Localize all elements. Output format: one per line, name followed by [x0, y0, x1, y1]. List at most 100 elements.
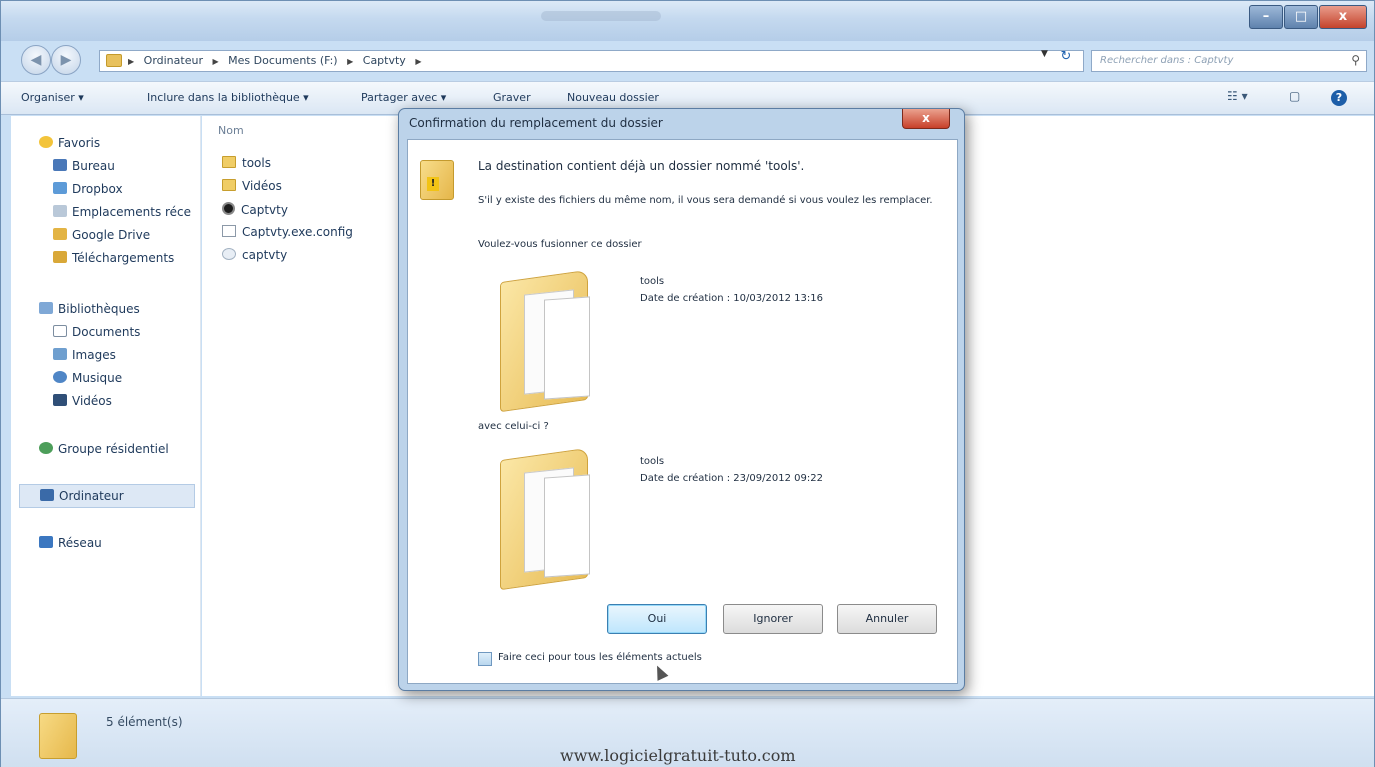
sidebar-label: Ordinateur	[59, 489, 124, 503]
search-placeholder: Rechercher dans : Captvty	[1100, 55, 1234, 66]
sidebar-label: Emplacements réce	[72, 205, 192, 219]
sidebar-item-dropbox[interactable]: Dropbox	[53, 182, 123, 196]
folder-created-date: Date de création : 10/03/2012 13:16	[640, 293, 823, 304]
sidebar-item-documents[interactable]: Documents	[53, 325, 140, 339]
sidebar-item-music[interactable]: Musique	[53, 371, 122, 385]
address-bar[interactable]: ▶ Ordinateur ▶ Mes Documents (F:) ▶ Capt…	[99, 50, 1084, 72]
folder-icon	[106, 54, 122, 67]
destination-folder-icon	[500, 269, 600, 413]
file-name: tools	[242, 156, 271, 170]
sidebar-item-favoris[interactable]: Favoris	[39, 136, 100, 150]
source-folder-info: tools Date de création : 23/09/2012 09:2…	[640, 453, 823, 487]
list-item[interactable]: Captvty.exe.config	[222, 225, 353, 239]
folder-icon	[222, 156, 236, 168]
forward-button[interactable]: ▶	[51, 45, 81, 75]
organize-button[interactable]: Organiser ▾	[21, 91, 84, 104]
homegroup-icon	[39, 442, 53, 454]
sidebar-item-images[interactable]: Images	[53, 348, 116, 362]
preview-pane-button[interactable]: ▢	[1289, 89, 1300, 103]
source-folder-icon	[500, 447, 600, 591]
close-window-button[interactable]: x	[1319, 5, 1367, 29]
item-count: 5 élément(s)	[106, 715, 183, 729]
cancel-button[interactable]: Annuler	[837, 604, 937, 634]
chevron-right-icon[interactable]: ▶	[212, 57, 218, 66]
videos-icon	[53, 394, 67, 406]
history-dropdown-icon[interactable]: ▼	[1041, 49, 1048, 59]
sidebar-item-network[interactable]: Réseau	[39, 536, 102, 550]
chevron-right-icon[interactable]: ▶	[415, 57, 421, 66]
sidebar-label: Bibliothèques	[58, 302, 140, 316]
dialog-question: Voulez-vous fusionner ce dossier	[478, 239, 642, 250]
sidebar-item-libraries[interactable]: Bibliothèques	[39, 302, 140, 316]
destination-folder-info: tools Date de création : 10/03/2012 13:1…	[640, 273, 823, 307]
sidebar-label: Réseau	[58, 536, 102, 550]
back-button[interactable]: ◀	[21, 45, 51, 75]
minimize-button[interactable]: –	[1249, 5, 1283, 29]
file-name: captvty	[242, 248, 288, 262]
skip-button[interactable]: Ignorer	[723, 604, 823, 634]
share-with-button[interactable]: Partager avec ▾	[361, 91, 446, 104]
breadcrumb-mes-documents[interactable]: Mes Documents (F:)	[228, 54, 337, 67]
dialog-close-button[interactable]: x	[902, 109, 950, 129]
warning-icon: !	[427, 177, 439, 191]
sidebar-label: Bureau	[72, 159, 115, 173]
folder-name: tools	[640, 456, 665, 467]
folder-created-date: Date de création : 23/09/2012 09:22	[640, 473, 823, 484]
network-icon	[39, 536, 53, 548]
sidebar-item-videos[interactable]: Vidéos	[53, 394, 112, 408]
replace-folder-dialog: Confirmation du remplacement du dossier …	[398, 108, 965, 691]
dialog-body: ! La destination contient déjà un dossie…	[407, 139, 958, 684]
sidebar-label: Dropbox	[72, 182, 123, 196]
sidebar-label: Images	[72, 348, 116, 362]
burn-button[interactable]: Graver	[493, 91, 531, 104]
folder-icon	[39, 713, 77, 759]
sidebar-item-recent[interactable]: Emplacements réce	[53, 205, 191, 219]
apply-all-checkbox[interactable]	[478, 652, 492, 666]
dropbox-icon	[53, 182, 67, 194]
application-icon	[222, 202, 235, 215]
address-row: ◀ ▶ ▶ Ordinateur ▶ Mes Documents (F:) ▶ …	[1, 41, 1374, 79]
column-header-name[interactable]: Nom	[218, 124, 244, 137]
breadcrumb-captvty[interactable]: Captvty	[363, 54, 406, 67]
list-item[interactable]: Vidéos	[222, 179, 282, 193]
list-item[interactable]: captvty	[222, 248, 287, 262]
new-folder-button[interactable]: Nouveau dossier	[567, 91, 659, 104]
view-options-button[interactable]: ☷ ▾	[1227, 89, 1248, 103]
maximize-button[interactable]: □	[1284, 5, 1318, 29]
sidebar-label: Musique	[72, 371, 123, 385]
yes-button[interactable]: Oui	[607, 604, 707, 634]
search-icon[interactable]: ⚲	[1351, 53, 1360, 67]
sidebar-item-downloads[interactable]: Téléchargements	[53, 251, 174, 265]
music-icon	[53, 371, 67, 383]
computer-icon	[40, 489, 54, 501]
list-item[interactable]: tools	[222, 156, 271, 170]
config-file-icon	[222, 225, 236, 237]
libraries-icon	[39, 302, 53, 314]
title-glow	[541, 11, 661, 21]
apply-all-label[interactable]: Faire ceci pour tous les éléments actuel…	[498, 652, 702, 663]
chevron-right-icon[interactable]: ▶	[347, 57, 353, 66]
dialog-headline: La destination contient déjà un dossier …	[478, 159, 805, 173]
sidebar-item-bureau[interactable]: Bureau	[53, 159, 115, 173]
sidebar-label: Téléchargements	[72, 251, 175, 265]
folder-icon	[222, 179, 236, 191]
sidebar-item-google-drive[interactable]: Google Drive	[53, 228, 150, 242]
sidebar-item-computer[interactable]: Ordinateur	[19, 484, 195, 508]
title-bar[interactable]: – □ x	[1, 1, 1374, 41]
sidebar-label: Vidéos	[72, 394, 112, 408]
downloads-icon	[53, 251, 67, 263]
breadcrumb: ▶ Ordinateur ▶ Mes Documents (F:) ▶ Capt…	[128, 54, 427, 67]
google-drive-icon	[53, 228, 67, 240]
dialog-title: Confirmation du remplacement du dossier	[409, 116, 663, 130]
sidebar-item-homegroup[interactable]: Groupe résidentiel	[39, 442, 169, 456]
search-input[interactable]: Rechercher dans : Captvty ⚲	[1091, 50, 1367, 72]
help-icon[interactable]: ?	[1331, 90, 1347, 106]
include-library-button[interactable]: Inclure dans la bibliothèque ▾	[147, 91, 309, 104]
list-item[interactable]: Captvty	[222, 202, 288, 217]
file-icon	[222, 248, 236, 260]
watermark: www.logicielgratuit-tuto.com	[560, 746, 796, 765]
chevron-right-icon: ▶	[128, 57, 135, 66]
refresh-icon[interactable]: ↻	[1055, 49, 1077, 69]
star-icon	[39, 136, 53, 148]
breadcrumb-ordinateur[interactable]: Ordinateur	[144, 54, 203, 67]
